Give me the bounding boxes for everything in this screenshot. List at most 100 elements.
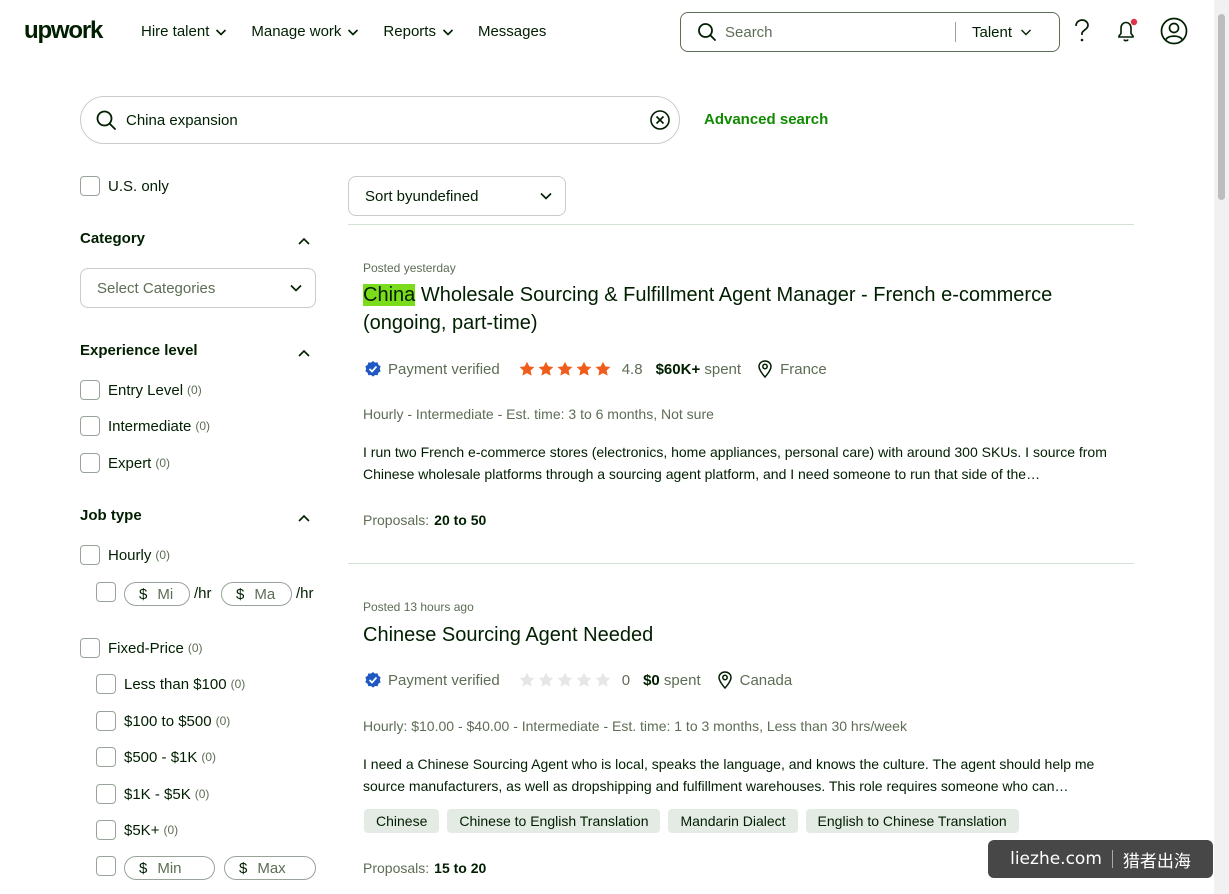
sort-dropdown[interactable]: Sort byundefined [348, 176, 566, 216]
skill-tags: Chinese Chinese to English Translation M… [364, 809, 1019, 833]
checkbox[interactable] [96, 747, 116, 767]
filter-entry-level[interactable]: Entry Level (0) [80, 380, 202, 400]
star-icon [576, 672, 592, 687]
header-search-input[interactable] [725, 23, 955, 41]
star-icon [576, 361, 592, 376]
checkbox[interactable] [80, 176, 100, 196]
filter-500-to-1k[interactable]: $500 - $1K (0) [96, 747, 216, 767]
star-icon [519, 672, 535, 687]
client-total-spent: $0 spent [643, 671, 701, 689]
chevron-down-icon [1021, 29, 1032, 36]
help-icon[interactable] [1071, 18, 1093, 44]
job-description: I need a Chinese Sourcing Agent who is l… [363, 756, 1095, 794]
category-heading: Category [80, 230, 146, 247]
chevron-up-icon[interactable] [297, 234, 311, 248]
job-title-link[interactable]: China Wholesale Sourcing & Fulfillment A… [363, 281, 1123, 337]
star-icon [557, 361, 573, 376]
chevron-down-icon [216, 28, 227, 36]
checkbox[interactable] [80, 545, 100, 565]
client-info: Payment verified 0 $0 spent Canada [364, 671, 792, 689]
verified-badge-icon [365, 361, 381, 377]
star-icon [538, 672, 554, 687]
divider [1111, 850, 1113, 868]
chevron-up-icon[interactable] [297, 511, 311, 525]
client-info: Payment verified 4.8 $60K+ spent France [364, 360, 827, 378]
page-scrollbar[interactable] [1214, 0, 1229, 894]
chevron-up-icon[interactable] [297, 346, 311, 360]
job-posted-time: Posted 13 hours ago [363, 600, 474, 614]
search-scope-dropdown[interactable]: Talent [956, 24, 1048, 41]
bell-icon[interactable] [1115, 18, 1139, 44]
search-query[interactable]: China expansion [126, 112, 649, 129]
watermark-badge: liezhe.com 猎者出海 [988, 840, 1213, 878]
checkbox[interactable] [80, 453, 100, 473]
client-location: Canada [717, 671, 792, 689]
hourly-rate-checkbox[interactable] [96, 582, 116, 602]
checkbox[interactable] [80, 380, 100, 400]
job-proposals: Proposals: 20 to 50 [363, 512, 487, 528]
divider [348, 563, 1134, 564]
chevron-down-icon [540, 192, 552, 200]
filter-1k-to-5k[interactable]: $1K - $5K (0) [96, 784, 209, 804]
skill-tag[interactable]: Chinese [364, 809, 440, 833]
checkbox[interactable] [96, 784, 116, 804]
checkbox[interactable] [96, 820, 116, 840]
filter-fixed-price[interactable]: Fixed-Price (0) [80, 638, 203, 658]
filter-100-to-500[interactable]: $100 to $500 (0) [96, 711, 230, 731]
filter-hourly[interactable]: Hourly (0) [80, 545, 170, 565]
category-select[interactable]: Select Categories [80, 268, 316, 308]
fixed-min-input[interactable]: $ Min [124, 856, 215, 880]
skill-tag[interactable]: Chinese to English Translation [447, 809, 661, 833]
search-highlight: China [363, 284, 416, 306]
client-rating-stars [518, 672, 612, 688]
checkbox[interactable] [96, 711, 116, 731]
upwork-logo[interactable]: upwork [24, 17, 103, 45]
filter-5k-plus[interactable]: $5K+ (0) [96, 820, 178, 840]
experience-level-heading: Experience level [80, 342, 198, 359]
filter-less-than-100[interactable]: Less than $100 (0) [96, 674, 245, 694]
header-search: Talent [680, 12, 1060, 52]
skill-tag[interactable]: Mandarin Dialect [668, 809, 798, 833]
clear-search-icon[interactable] [649, 109, 671, 131]
client-total-spent: $60K+ spent [655, 360, 742, 378]
filter-intermediate[interactable]: Intermediate (0) [80, 416, 210, 436]
scrollbar-thumb[interactable] [1218, 14, 1225, 200]
job-posted-time: Posted yesterday [363, 261, 456, 275]
job-title-link[interactable]: Chinese Sourcing Agent Needed [363, 621, 1123, 649]
hourly-min-input[interactable]: $ Mi [124, 582, 190, 606]
filter-expert[interactable]: Expert (0) [80, 453, 170, 473]
search-icon [96, 110, 116, 130]
nav-messages[interactable]: Messages [478, 23, 546, 40]
account-avatar-icon[interactable] [1160, 17, 1188, 45]
job-description: I run two French e-commerce stores (elec… [363, 444, 1107, 482]
advanced-search-link[interactable]: Advanced search [704, 111, 828, 128]
star-icon [557, 672, 573, 687]
star-icon [595, 361, 611, 376]
hourly-max-input[interactable]: $ Ma [221, 582, 292, 606]
job-search-bar[interactable]: China expansion [80, 96, 680, 144]
star-icon [519, 361, 535, 376]
us-only-filter[interactable]: U.S. only [80, 176, 169, 196]
checkbox[interactable] [80, 416, 100, 436]
verified-badge-icon [365, 672, 381, 688]
client-location: France [757, 360, 827, 378]
nav-hire-talent[interactable]: Hire talent [141, 23, 227, 40]
fixed-range-checkbox[interactable] [96, 856, 116, 876]
nav-manage-work[interactable]: Manage work [251, 23, 359, 40]
payment-verified-label: Payment verified [388, 671, 500, 689]
job-type-info: Hourly: $10.00 - $40.00 - Intermediate -… [363, 718, 907, 734]
per-hour-label: /hr [194, 585, 212, 602]
checkbox[interactable] [80, 638, 100, 658]
location-pin-icon [758, 360, 772, 378]
divider [348, 224, 1134, 225]
nav-reports[interactable]: Reports [383, 23, 454, 40]
skill-tag[interactable]: English to Chinese Translation [805, 809, 1019, 833]
checkbox[interactable] [96, 674, 116, 694]
client-rating-stars [518, 361, 612, 377]
payment-verified-label: Payment verified [388, 360, 500, 378]
chevron-down-icon [442, 28, 454, 36]
star-icon [538, 361, 554, 376]
chevron-down-icon [290, 284, 302, 292]
top-nav: upwork Hire talent Manage work Reports M… [0, 0, 1214, 64]
fixed-max-input[interactable]: $ Max [224, 856, 316, 880]
